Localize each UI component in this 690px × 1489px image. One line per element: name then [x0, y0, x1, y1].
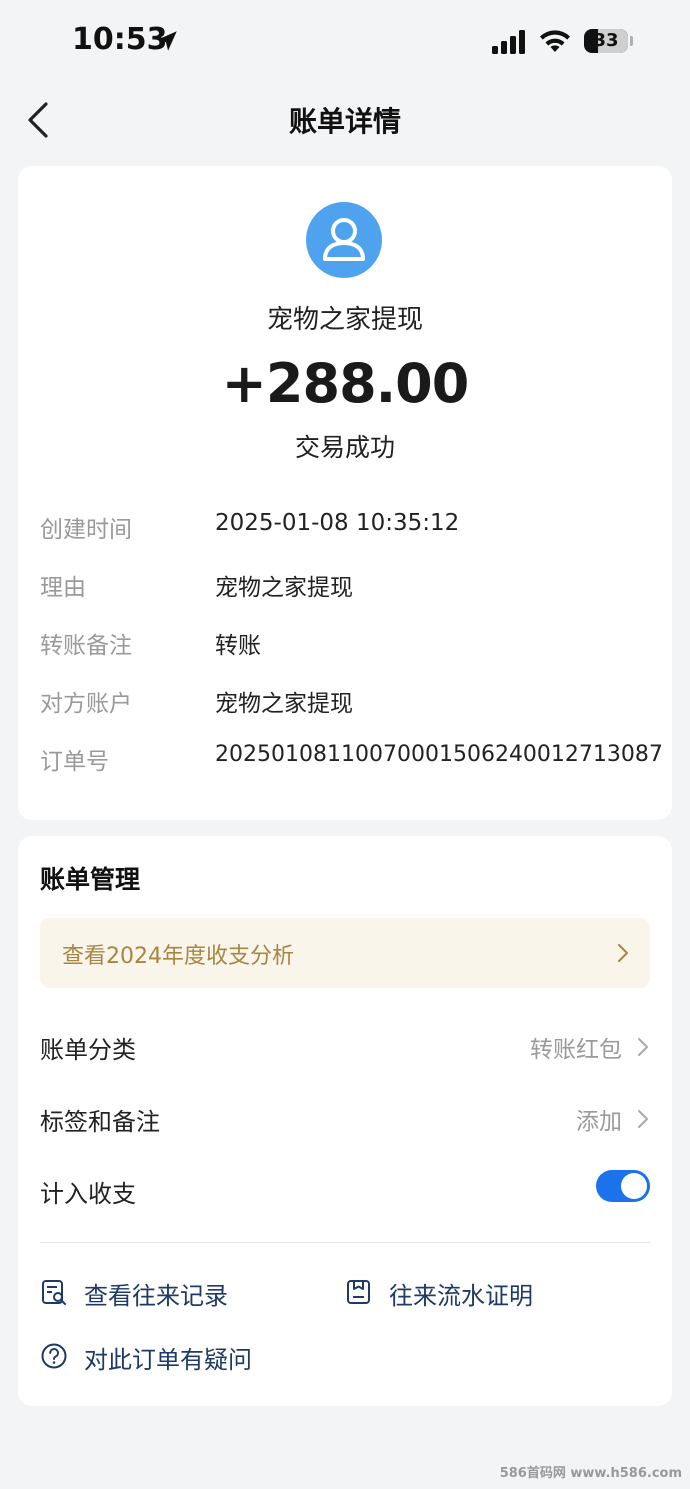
transaction-amount: +288.00: [221, 352, 470, 415]
detail-row-order-number: 订单号 20250108110070001506240012713087: [40, 738, 663, 778]
count-income-row: 计入收支: [40, 1164, 650, 1214]
detail-row-remark: 转账备注 转账: [40, 622, 660, 662]
cellular-signal-icon: [492, 30, 525, 54]
bill-category-value: 转账红包: [530, 1037, 622, 1063]
tags-notes-value: 添加: [576, 1109, 622, 1135]
battery-level: 33: [593, 30, 619, 51]
chevron-right-icon: [638, 1110, 648, 1128]
annual-analysis-link[interactable]: 查看2024年度收支分析: [40, 918, 650, 988]
user-silhouette-icon: [323, 218, 365, 261]
location-arrow-icon: [157, 31, 177, 51]
wifi-icon: [540, 30, 570, 52]
detail-row-reason: 理由 宠物之家提现: [40, 564, 660, 604]
detail-label: 理由: [40, 575, 86, 601]
detail-value: 宠物之家提现: [215, 691, 353, 717]
bill-category-label: 账单分类: [40, 1036, 136, 1064]
detail-label: 对方账户: [40, 691, 132, 717]
detail-value: 2025-01-08 10:35:12: [215, 510, 460, 536]
transaction-card: 宠物之家提现 +288.00 交易成功 创建时间 2025-01-08 10:3…: [18, 166, 672, 820]
tags-notes-label: 标签和备注: [40, 1108, 160, 1136]
order-question-button[interactable]: 对此订单有疑问: [40, 1336, 340, 1376]
detail-row-created-time: 创建时间 2025-01-08 10:35:12: [40, 506, 660, 546]
battery-icon: 33: [584, 29, 628, 53]
annual-analysis-label: 查看2024年度收支分析: [62, 944, 294, 969]
tags-notes-row[interactable]: 标签和备注 添加: [40, 1092, 650, 1142]
detail-value: 宠物之家提现: [215, 575, 353, 601]
detail-label: 创建时间: [40, 517, 132, 543]
order-number-value[interactable]: 20250108110070001506240012713087: [215, 742, 663, 767]
chevron-right-icon: [638, 1038, 648, 1056]
bill-management-card: 账单管理 查看2024年度收支分析 账单分类 转账红包 标签和备注 添加 计入收…: [18, 836, 672, 1406]
record-search-icon: [42, 1280, 66, 1305]
transaction-proof-button[interactable]: 往来流水证明: [345, 1272, 605, 1312]
bill-category-row[interactable]: 账单分类 转账红包: [40, 1020, 650, 1070]
status-bar: 10:53 33: [0, 0, 690, 84]
transaction-status: 交易成功: [294, 433, 395, 462]
merchant-name: 宠物之家提现: [266, 305, 423, 335]
detail-label: 转账备注: [40, 633, 132, 659]
avatar: [306, 202, 382, 278]
document-icon: [347, 1280, 370, 1304]
divider: [40, 1242, 650, 1243]
transaction-proof-label: 往来流水证明: [389, 1282, 533, 1310]
detail-row-counterparty: 对方账户 宠物之家提现: [40, 680, 660, 720]
chevron-right-icon: [618, 944, 628, 962]
view-history-label: 查看往来记录: [84, 1282, 228, 1310]
detail-value: 转账: [215, 633, 261, 659]
toggle-knob: [621, 1173, 647, 1199]
order-question-label: 对此订单有疑问: [84, 1346, 252, 1374]
view-history-button[interactable]: 查看往来记录: [40, 1272, 300, 1312]
battery-cap: [630, 36, 633, 46]
section-title: 账单管理: [40, 865, 141, 894]
watermark: 586首码网 www.h586.com: [499, 1466, 682, 1481]
count-income-toggle[interactable]: [596, 1170, 650, 1202]
question-circle-icon: [41, 1343, 67, 1369]
count-income-label: 计入收支: [40, 1180, 136, 1208]
detail-label: 订单号: [40, 749, 109, 775]
page-title: 账单详情: [288, 105, 401, 138]
nav-bar: 账单详情: [0, 90, 690, 150]
